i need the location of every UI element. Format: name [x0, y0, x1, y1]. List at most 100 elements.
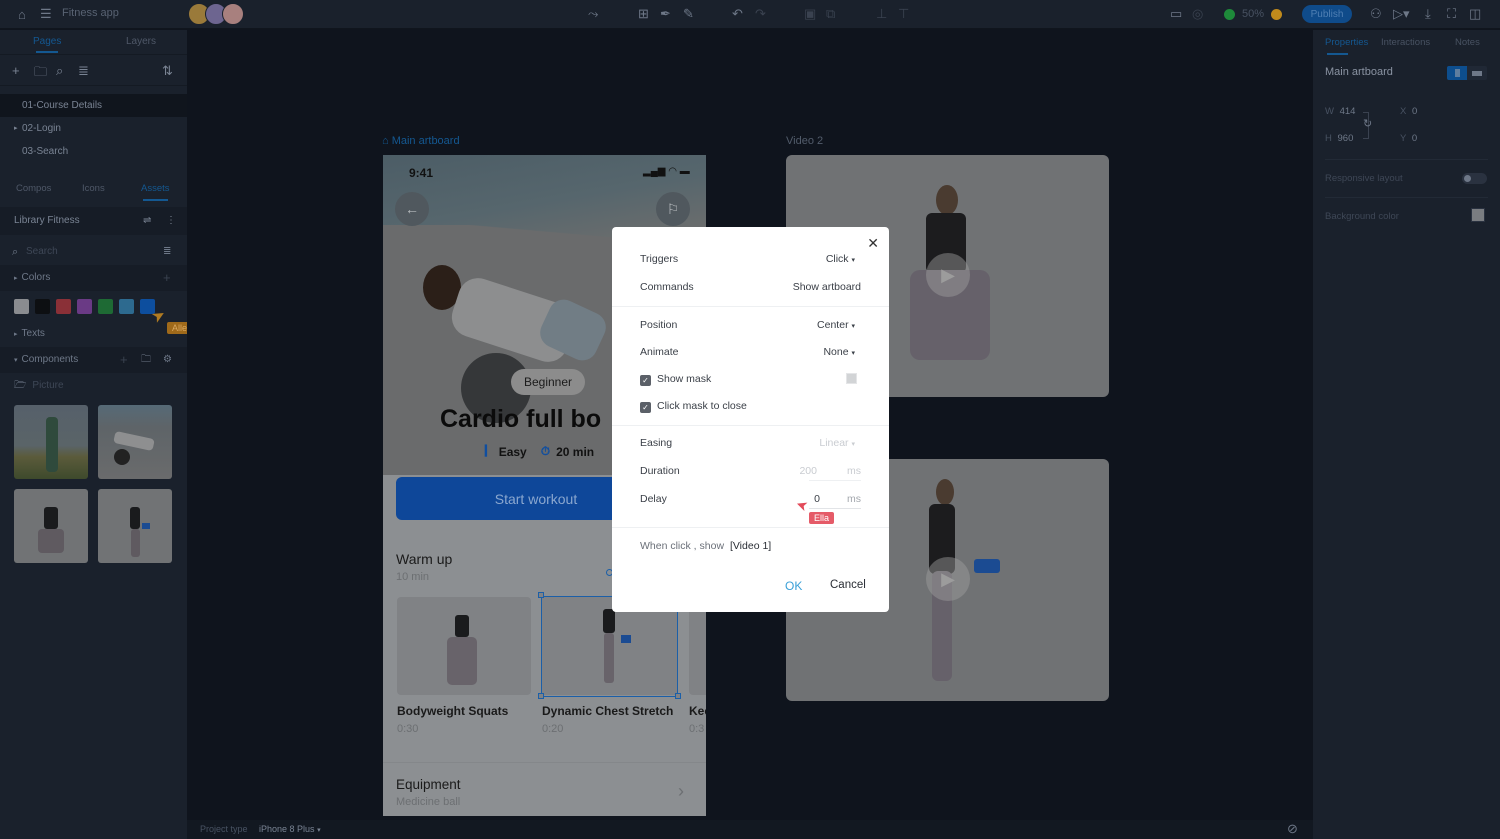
- zoom-in-button[interactable]: [1271, 4, 1282, 24]
- screenshot-icon[interactable]: ◎: [1192, 4, 1203, 24]
- color-swatch[interactable]: [14, 299, 29, 314]
- tab-interactions[interactable]: Interactions: [1381, 37, 1430, 48]
- zoom-out-button[interactable]: [1224, 4, 1235, 24]
- align-middle-icon[interactable]: ⊤: [898, 4, 909, 24]
- download-icon[interactable]: ⤓: [1425, 4, 1431, 24]
- picture-thumbnail[interactable]: [98, 405, 172, 479]
- add-color-icon[interactable]: +: [163, 265, 171, 291]
- triggers-select[interactable]: Click ▾: [826, 253, 855, 265]
- color-swatch[interactable]: [35, 299, 50, 314]
- redo-icon[interactable]: ↷: [755, 4, 766, 24]
- device-preview-icon[interactable]: ▭: [1170, 4, 1182, 24]
- picture-folder[interactable]: 🗁 Picture: [0, 373, 187, 399]
- orientation-toggle[interactable]: [1447, 66, 1487, 80]
- users-icon[interactable]: ⚇: [1370, 4, 1382, 24]
- page-item[interactable]: 03-Search: [0, 140, 187, 163]
- background-color-swatch[interactable]: [1471, 208, 1485, 222]
- home-icon[interactable]: ⌂: [18, 4, 26, 24]
- search-input[interactable]: Search: [14, 246, 58, 257]
- colors-section[interactable]: ▸ Colors +: [0, 265, 187, 291]
- summary-target[interactable]: [Video 1]: [730, 540, 771, 552]
- align-bottom-icon[interactable]: ⊥: [876, 4, 887, 24]
- picture-thumbnail[interactable]: [98, 489, 172, 563]
- search-icon[interactable]: ⌕: [56, 63, 63, 79]
- mask-color-swatch[interactable]: [846, 373, 857, 384]
- position-select[interactable]: Center ▾: [817, 319, 855, 331]
- color-swatch[interactable]: [56, 299, 71, 314]
- compass-icon[interactable]: ⊘: [1287, 821, 1298, 837]
- asset-search[interactable]: ⌕ Search ≣: [0, 239, 187, 265]
- duration-input[interactable]: 200: [799, 465, 817, 477]
- height-field[interactable]: H 960: [1325, 133, 1353, 144]
- tab-properties[interactable]: Properties: [1325, 37, 1368, 55]
- more-icon[interactable]: ⋮: [166, 207, 176, 235]
- back-button[interactable]: ←: [395, 192, 429, 226]
- swap-icon[interactable]: ⇌: [143, 207, 151, 235]
- landscape-icon[interactable]: [1467, 66, 1487, 80]
- animate-select[interactable]: None ▾: [823, 346, 855, 358]
- responsive-layout-toggle[interactable]: [1462, 173, 1487, 184]
- undo-icon[interactable]: ↶: [732, 4, 743, 24]
- picture-thumbnail[interactable]: [14, 489, 88, 563]
- components-section[interactable]: ▾ Components + 🗀 ⚙: [0, 347, 187, 373]
- tab-icons[interactable]: Icons: [82, 183, 105, 194]
- caret-right-icon[interactable]: ▸: [14, 117, 18, 140]
- pen-icon[interactable]: ✒: [660, 4, 671, 24]
- connect-icon[interactable]: ⤳: [588, 4, 598, 24]
- color-swatch[interactable]: [98, 299, 113, 314]
- color-swatch[interactable]: [119, 299, 134, 314]
- add-folder-icon[interactable]: 🗀: [141, 347, 151, 373]
- pencil-icon[interactable]: ✎: [683, 4, 694, 24]
- main-artboard-label[interactable]: ⌂ Main artboard: [382, 135, 460, 147]
- width-field[interactable]: W 414: [1325, 106, 1355, 117]
- resize-handle[interactable]: [675, 693, 681, 699]
- close-icon[interactable]: ✕: [867, 235, 879, 252]
- panel-toggle-icon[interactable]: ◫: [1469, 4, 1481, 24]
- sort-icon[interactable]: ⇅: [162, 63, 173, 79]
- tab-assets[interactable]: Assets: [141, 183, 170, 201]
- settings-icon[interactable]: ⚙: [163, 347, 172, 373]
- cancel-button[interactable]: Cancel: [830, 579, 866, 591]
- tab-compos[interactable]: Compos: [16, 183, 51, 194]
- collaborator-avatars[interactable]: [188, 3, 244, 25]
- x-field[interactable]: X 0: [1400, 106, 1417, 117]
- commands-value[interactable]: Show artboard: [793, 281, 861, 293]
- add-page-icon[interactable]: +: [12, 63, 20, 78]
- show-mask-checkbox[interactable]: ✓ Show mask: [640, 373, 711, 386]
- picture-thumbnail[interactable]: [14, 405, 88, 479]
- play-button[interactable]: ▶: [926, 557, 970, 601]
- resize-handle[interactable]: [538, 592, 544, 598]
- page-item[interactable]: 01-Course Details: [0, 94, 187, 117]
- ok-button[interactable]: OK: [785, 579, 802, 593]
- resize-handle[interactable]: [538, 693, 544, 699]
- portrait-icon[interactable]: [1447, 66, 1467, 80]
- group-icon[interactable]: ▣: [804, 4, 816, 24]
- add-folder-icon[interactable]: 🗀: [34, 63, 47, 85]
- tab-notes[interactable]: Notes: [1455, 37, 1480, 48]
- bookmark-button[interactable]: ⚐: [656, 192, 690, 226]
- add-component-icon[interactable]: +: [120, 347, 128, 373]
- library-selector[interactable]: Library Fitness ⇌ ⋮: [0, 207, 187, 235]
- exercise-thumbnail[interactable]: [397, 597, 531, 695]
- page-item[interactable]: ▸ 02-Login: [0, 117, 187, 140]
- delay-input[interactable]: 0: [814, 493, 820, 505]
- project-type-select[interactable]: iPhone 8 Plus ▾: [259, 824, 321, 834]
- fullscreen-icon[interactable]: ⛶: [1447, 4, 1456, 24]
- click-mask-close-checkbox[interactable]: ✓ Click mask to close: [640, 400, 747, 413]
- chevron-right-icon[interactable]: ›: [678, 781, 684, 802]
- menu-icon[interactable]: ☰: [40, 4, 52, 24]
- tab-pages[interactable]: Pages: [33, 36, 61, 53]
- lock-ratio-icon[interactable]: ↻: [1363, 117, 1372, 130]
- play-button[interactable]: ▶: [926, 253, 970, 297]
- list-view-icon[interactable]: ≣: [163, 239, 171, 265]
- avatar[interactable]: [222, 3, 244, 25]
- ungroup-icon[interactable]: ⧉: [826, 4, 835, 24]
- easing-select[interactable]: Linear ▾: [819, 437, 855, 449]
- y-field[interactable]: Y 0: [1400, 133, 1417, 144]
- play-preview-icon[interactable]: ▷▾: [1393, 4, 1410, 24]
- video2-artboard-label[interactable]: Video 2: [786, 135, 823, 147]
- tab-layers[interactable]: Layers: [126, 36, 156, 47]
- list-icon[interactable]: ≣: [78, 63, 89, 79]
- color-swatch[interactable]: [77, 299, 92, 314]
- add-frame-icon[interactable]: ⊞: [638, 4, 649, 24]
